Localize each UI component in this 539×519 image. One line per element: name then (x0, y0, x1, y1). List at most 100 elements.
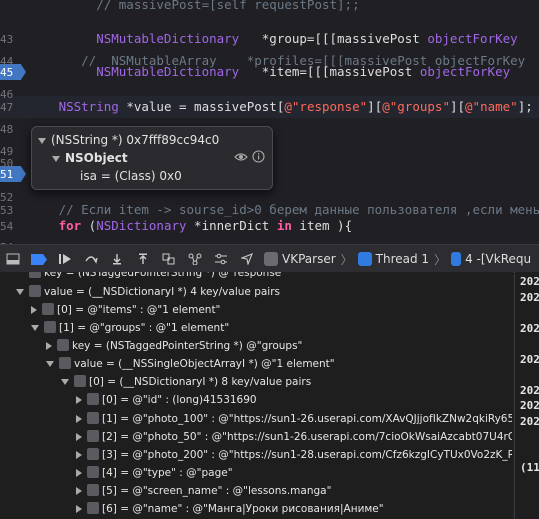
variable-row[interactable]: [5] = @"screen_name" : @"lessons.manga" (0, 482, 512, 500)
console-line: (11 (520, 461, 539, 474)
person-icon (451, 252, 462, 266)
code-line[interactable]: 45 NSMutableDictionary *item=[[[massiveP… (0, 61, 539, 83)
code-token: *item=[[[massivePost (239, 64, 420, 79)
variable-row[interactable]: [1] = @"groups" : @"1 element" (0, 319, 512, 337)
variable-kind-icon (87, 448, 99, 460)
console-line: 202 (520, 352, 539, 366)
disclosure-down-icon[interactable] (52, 155, 60, 162)
variable-row[interactable]: key = (NSTaggedPointerString *) @"groups… (0, 337, 512, 355)
view-hierarchy-icon[interactable] (158, 249, 180, 269)
code-token: *value = massivePost[ (118, 99, 285, 114)
line-number: 48 (0, 123, 14, 136)
variables-view[interactable]: key = (NSTaggedPointerString *) @"respon… (0, 272, 512, 519)
breadcrumb-thread[interactable]: Thread 1 (376, 252, 429, 266)
disclosure-down-icon[interactable] (16, 289, 24, 295)
variable-popover[interactable]: (NSString *) 0x7fff89cc94c0 NSObject isa… (31, 126, 273, 190)
variable-row[interactable]: [0] = @"items" : @"1 element" (0, 301, 512, 319)
variable-text: [6] = @"name" : @"Манга|Уроки рисования|… (102, 503, 384, 515)
disclosure-down-icon[interactable] (31, 325, 39, 331)
line-number: 54 (0, 241, 13, 244)
console-line: 202 (520, 275, 539, 288)
chevron-right-icon: 〉 (434, 252, 447, 267)
console-output[interactable]: 202 202 202 202 202 202 202 (11 (514, 272, 539, 519)
variable-kind-icon (44, 321, 56, 333)
breakpoints-toggle-icon[interactable] (28, 249, 50, 269)
code-token: @"response" (284, 99, 368, 114)
console-line: 202 (520, 383, 539, 397)
simulate-location-icon[interactable] (236, 249, 258, 269)
breadcrumb-target[interactable]: VKParser (282, 252, 336, 266)
variable-kind-icon (29, 285, 41, 297)
code-text: // massivePost=[self requestPost];; (36, 0, 359, 16)
disclosure-right-icon[interactable] (76, 415, 82, 423)
code-token: objectForKey (427, 31, 518, 46)
continue-icon[interactable] (54, 249, 76, 269)
line-number: 46 (0, 88, 14, 101)
code-text: for (NSDictionary *innerDict in item ){ (36, 215, 353, 237)
disclosure-down-icon[interactable] (46, 361, 54, 367)
step-out-icon[interactable] (132, 249, 154, 269)
code-token: objectForKey (419, 64, 511, 79)
code-token: ][ (449, 99, 466, 114)
breadcrumb: VKParser 〉 Thread 1 〉 4 -[VkRequ (264, 251, 531, 268)
disclosure-right-icon[interactable] (31, 306, 37, 314)
disclosure-right-icon[interactable] (76, 469, 82, 477)
variable-row[interactable]: [0] = (__NSDictionaryI *) 8 key/value pa… (0, 373, 512, 391)
variable-kind-icon (29, 272, 41, 278)
variable-kind-icon (74, 375, 86, 387)
variable-text: [0] = @"items" : @"1 element" (57, 304, 221, 316)
popover-isa-row: isa = (Class) 0x0 (80, 167, 182, 185)
line-number: 53 (0, 204, 14, 217)
disclosure-down-icon[interactable] (61, 379, 69, 385)
variable-row[interactable]: [1] = @"photo_100" : @"https://sun1-26.u… (0, 410, 512, 428)
disclosure-right-icon[interactable] (46, 342, 52, 350)
line-number: 54 (0, 220, 14, 233)
variable-row[interactable]: [4] = @"type" : @"page" (0, 464, 512, 482)
eye-icon[interactable] (234, 151, 248, 163)
code-line[interactable]: 43 NSMutableDictionary *group=[[[massive… (0, 28, 539, 50)
popover-type-row[interactable]: (NSString *) 0x7fff89cc94c0 (38, 131, 219, 149)
code-token: NSString (36, 99, 119, 114)
variable-row[interactable]: [0] = @"id" : (long)41531690 (0, 391, 512, 409)
memory-graph-icon[interactable] (184, 249, 206, 269)
disclosure-down-icon[interactable] (38, 137, 46, 144)
breadcrumb-frame[interactable]: 4 -[VkRequ (465, 252, 531, 266)
code-token: for (58, 218, 82, 233)
disclosure-right-icon[interactable] (76, 396, 82, 404)
code-line[interactable]: 47 NSString *value = massivePost[@"respo… (0, 96, 539, 118)
code-token: ( (81, 218, 97, 233)
code-line[interactable]: 54 (0, 236, 539, 244)
environment-overrides-icon[interactable] (210, 249, 232, 269)
variable-row[interactable]: [3] = @"photo_200" : @"https://sun1-28.u… (0, 446, 512, 464)
variable-row[interactable]: value = (__NSSingleObjectArrayI *) @"1 e… (0, 355, 512, 373)
console-line: 202 (520, 399, 539, 412)
step-into-icon[interactable] (106, 249, 128, 269)
code-line[interactable]: 54 for (NSDictionary *innerDict in item … (0, 215, 539, 237)
code-line[interactable]: // massivePost=[self requestPost];; (0, 0, 539, 16)
variable-text: key = (NSTaggedPointerString *) @"respon… (44, 272, 287, 279)
disclosure-right-icon[interactable] (76, 433, 82, 441)
variable-text: [1] = @"photo_100" : @"https://sun1-26.u… (102, 413, 512, 425)
disclosure-right-icon[interactable] (76, 487, 82, 495)
code-text: NSString *value = massivePost[@"response… (36, 96, 533, 118)
line-number: 43 (0, 33, 14, 46)
step-over-icon[interactable] (80, 249, 102, 269)
console-line: 202 (520, 321, 539, 335)
hide-debug-area-icon[interactable] (2, 249, 24, 269)
code-token: item ){ (291, 218, 353, 233)
code-editor[interactable]: // massivePost=[self requestPost];; 43 NS… (0, 0, 539, 244)
code-text: NSMutableDictionary *item=[[[massivePost… (36, 61, 510, 83)
variable-kind-icon (87, 502, 99, 514)
variable-row[interactable]: [2] = @"photo_50" : @"https://sun1-26.us… (0, 428, 512, 446)
disclosure-right-icon[interactable] (76, 451, 82, 459)
variable-row[interactable]: key = (NSTaggedPointerString *) @"respon… (0, 272, 512, 282)
code-token: NSMutableDictionary (36, 31, 240, 46)
variable-row[interactable]: [6] = @"name" : @"Манга|Уроки рисования|… (0, 500, 512, 518)
popover-class-row[interactable]: NSObject (52, 149, 128, 167)
popover-type-text: (NSString *) 0x7fff89cc94c0 (51, 133, 220, 147)
info-icon[interactable] (252, 150, 265, 163)
variable-text: key = (NSTaggedPointerString *) @"groups… (72, 340, 303, 352)
code-token: *group=[[[massivePost (239, 31, 428, 46)
variable-row[interactable]: value = (__NSDictionaryI *) 4 key/value … (0, 283, 512, 301)
disclosure-right-icon[interactable] (76, 505, 82, 513)
